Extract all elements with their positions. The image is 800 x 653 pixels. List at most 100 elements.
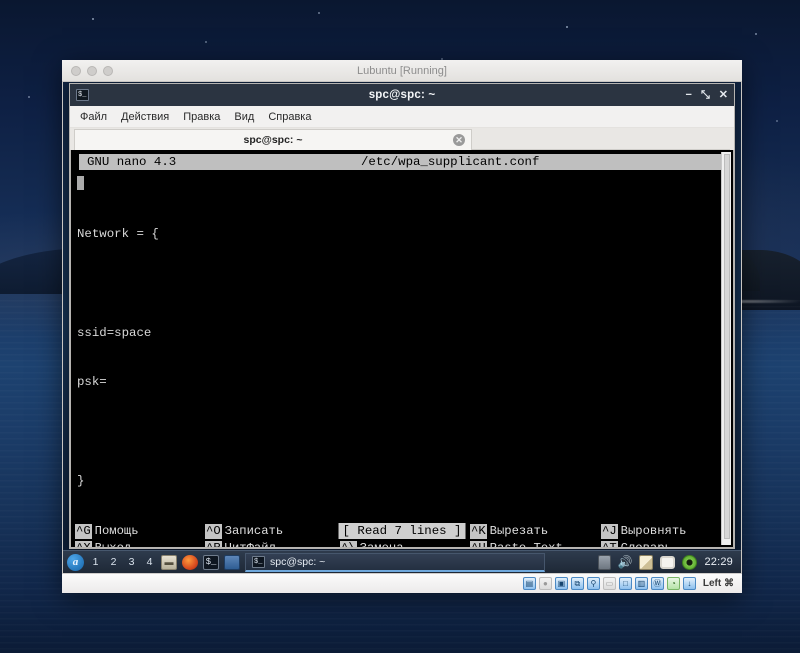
shortcut-replace[interactable]: ^\ Замена (340, 540, 470, 548)
nano-titlebar: GNU nano 4.3 /etc/wpa_supplicant.conf (79, 154, 723, 170)
start-menu-button[interactable]: ɑ (67, 553, 84, 571)
shortcut-label: Записать (224, 523, 284, 538)
menu-edit[interactable]: Правка (183, 111, 220, 123)
shortcut-label: Выход (94, 540, 132, 548)
shortcut-key: ^X (75, 540, 92, 547)
shortcut-row: ^X Выход ^R ЧитФайл ^\ Замена ^U Paste T… (75, 540, 733, 548)
shortcut-cut[interactable]: ^K Вырезать (470, 523, 601, 539)
tabbar-filler (472, 129, 730, 150)
notes-tray-icon[interactable] (639, 554, 654, 570)
minimize-button[interactable]: − (686, 89, 692, 101)
shortcut-label: Замена (359, 540, 404, 548)
workspace-1[interactable]: 1 (89, 556, 102, 568)
shortcut-justify[interactable]: ^J Выровнять (601, 523, 687, 539)
system-tray: 🔊 22:29 (597, 554, 737, 570)
terminal-titlebar[interactable]: $_ spc@spc: ~ − ⤡ ✕ (70, 84, 734, 106)
shortcut-paste[interactable]: ^U Paste Text (470, 540, 601, 548)
shortcut-label: Помощь (94, 523, 139, 538)
maximize-button[interactable]: ⤡ (701, 89, 710, 101)
volume-icon[interactable]: 🔊 (618, 556, 633, 568)
terminal-tab-label: spc@spc: ~ (243, 134, 303, 146)
shortcut-key: ^R (205, 540, 222, 547)
shortcut-exit[interactable]: ^X Выход (75, 540, 205, 548)
vm-screen: $_ spc@spc: ~ − ⤡ ✕ Файл Действия Правка… (63, 82, 741, 573)
launcher-screenshot-icon[interactable] (224, 554, 240, 570)
virtualbox-statusbar: ▤ ● ▣ ⧉ ⚲ ▭ □ ▥ Ⓦ ◔ ↓ Left ⌘ (62, 573, 742, 593)
nano-buffer[interactable]: Network = { ssid=space psk= } (71, 170, 733, 523)
launcher-terminal-icon[interactable]: $_ (203, 554, 219, 570)
shortcut-help[interactable]: ^G Помощь (75, 523, 205, 539)
clock[interactable]: 22:29 (704, 556, 733, 568)
close-button[interactable]: ✕ (719, 89, 728, 101)
terminal-tab[interactable]: spc@spc: ~ ✕ (74, 129, 472, 150)
nano-editor[interactable]: GNU nano 4.3 /etc/wpa_supplicant.conf Ne… (70, 150, 734, 548)
shortcut-label: Вырезать (489, 523, 549, 538)
scrollbar-thumb[interactable] (724, 154, 730, 540)
buffer-line: Network = { (77, 226, 159, 241)
virtualbox-titlebar[interactable]: Lubuntu [Running] (62, 60, 742, 82)
shortcut-label: Выровнять (620, 523, 687, 538)
virtual-media-icon[interactable]: Ⓦ (650, 577, 664, 590)
shortcut-key: ^U (470, 540, 487, 547)
close-icon[interactable]: ✕ (453, 134, 465, 146)
virtualbox-viewport: $_ spc@spc: ~ − ⤡ ✕ Файл Действия Правка… (62, 82, 742, 573)
shortcut-read-file[interactable]: ^R ЧитФайл (205, 540, 340, 548)
mouse-integration-icon[interactable]: ◔ (666, 577, 680, 590)
shortcut-key: ^T (601, 540, 618, 547)
virtualbox-title: Lubuntu [Running] (357, 64, 447, 77)
launcher-firefox-icon[interactable] (182, 554, 198, 570)
shortcut-label: Словарь (620, 540, 672, 548)
workspace-2[interactable]: 2 (107, 556, 120, 568)
shortcut-spell[interactable]: ^T Словарь (601, 540, 672, 548)
buffer-line (77, 424, 733, 441)
buffer-line: ssid=space (77, 325, 152, 340)
shortcut-key: ^G (75, 523, 92, 539)
taskbar-window-button[interactable]: $_ spc@spc: ~ (245, 552, 545, 572)
recording-icon[interactable]: ▥ (634, 577, 648, 590)
nano-filename: /etc/wpa_supplicant.conf (360, 155, 540, 169)
shortcut-write-out[interactable]: ^O Записать (205, 523, 340, 539)
shortcut-key: ^J (601, 523, 618, 539)
usb-icon[interactable]: ⚲ (586, 577, 600, 590)
nano-status-message: [ Read 7 lines ] (338, 522, 466, 539)
terminal-menubar[interactable]: Файл Действия Правка Вид Справка (70, 106, 734, 128)
nano-version: GNU nano 4.3 (87, 155, 177, 169)
host-key-icon[interactable]: ↓ (682, 577, 696, 590)
shared-folders-icon[interactable]: ▭ (602, 577, 616, 590)
host-key-label: Left ⌘ (702, 578, 734, 589)
terminal-window-buttons[interactable]: − ⤡ ✕ (686, 89, 728, 101)
terminal-icon: $_ (252, 555, 265, 568)
usb-tray-icon[interactable] (597, 554, 611, 570)
buffer-line (77, 275, 733, 292)
virtualbox-window: Lubuntu [Running] $_ spc@spc: ~ − ⤡ ✕ Фа… (62, 60, 742, 593)
shortcut-key: ^K (470, 523, 487, 539)
desktop-wallpaper: Lubuntu [Running] $_ spc@spc: ~ − ⤡ ✕ Фа… (0, 0, 800, 653)
menu-file[interactable]: Файл (80, 111, 107, 123)
buffer-line: } (77, 474, 85, 488)
terminal-title: spc@spc: ~ (368, 89, 436, 101)
taskbar: ɑ 1 2 3 4 ▬ $_ $_ spc@spc: ~ 🔊 22:29 (63, 550, 741, 573)
hard-disk-icon[interactable]: ▤ (522, 577, 536, 590)
launcher-file-manager-icon[interactable]: ▬ (161, 554, 177, 570)
shortcut-key: ^O (205, 523, 222, 539)
terminal-scrollbar[interactable] (721, 152, 731, 545)
power-tray-icon[interactable] (682, 554, 698, 570)
menu-actions[interactable]: Действия (121, 111, 169, 123)
shortcut-label: Paste Text (489, 540, 563, 548)
floppy-icon[interactable]: ▣ (554, 577, 568, 590)
terminal-window: $_ spc@spc: ~ − ⤡ ✕ Файл Действия Правка… (69, 83, 735, 549)
network-icon[interactable]: ⧉ (570, 577, 584, 590)
menu-help[interactable]: Справка (268, 111, 311, 123)
display-icon[interactable]: □ (618, 577, 632, 590)
optical-disk-icon[interactable]: ● (538, 577, 552, 590)
clipboard-tray-icon[interactable] (660, 555, 676, 569)
text-cursor (77, 176, 84, 190)
buffer-line: psk= (77, 375, 107, 389)
terminal-tabbar[interactable]: spc@spc: ~ ✕ (70, 128, 734, 150)
workspace-3[interactable]: 3 (125, 556, 138, 568)
shortcut-label: ЧитФайл (224, 540, 276, 548)
workspace-4[interactable]: 4 (143, 556, 156, 568)
menu-view[interactable]: Вид (234, 111, 254, 123)
taskbar-window-label: spc@spc: ~ (270, 555, 326, 568)
shortcut-key: ^\ (340, 540, 357, 547)
